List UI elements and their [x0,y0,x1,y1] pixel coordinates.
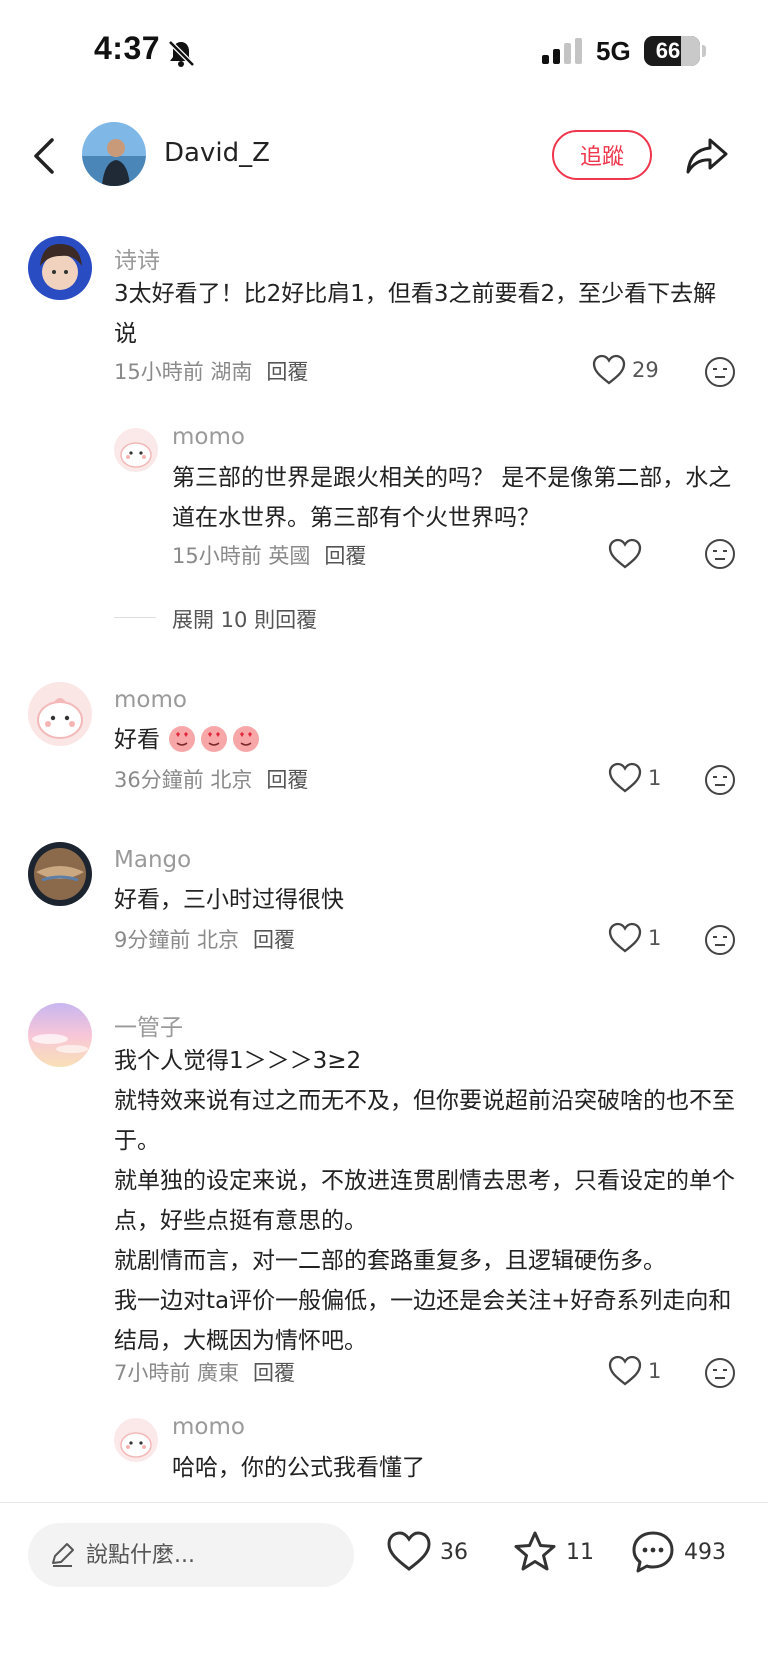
signal-icon [542,38,582,64]
star-icon [514,1531,556,1571]
reply-button[interactable]: 回覆 [253,928,295,952]
reply-button[interactable]: 回覆 [266,768,308,792]
battery-icon: 66 [644,36,700,66]
comment-text: 好看，三小时过得很快 [114,887,344,913]
bottom-action-bar: 36 11 493 [0,1503,768,1665]
emoji-reaction-icon[interactable] [704,924,736,956]
like-button[interactable]: 1 [608,762,661,794]
like-button[interactable] [608,538,642,570]
like-button[interactable]: 1 [608,922,661,954]
post-favorite-count: 11 [566,1539,594,1565]
reply-meta: 15小時前 英國 回覆 [172,540,366,570]
back-arrow-icon[interactable] [24,132,68,180]
comment-text-line: 就单独的设定来说，不放进连贯剧情去思考，只看设定的单个点，好些点挺有意思的。 [114,1168,735,1234]
like-count: 1 [648,1359,662,1383]
comment-text: 好看 [114,720,734,760]
comment-time-location: 7小時前 廣東 [114,1361,240,1385]
reply-avatar[interactable] [114,428,158,472]
network-label: 5G [596,36,631,66]
post-header: David_Z 追蹤 [0,110,768,200]
chat-bubble-icon [632,1531,674,1573]
reply-button[interactable]: 回覆 [324,544,366,568]
heart-icon [608,762,642,793]
heart-icon [592,354,626,385]
comment-text: 我个人觉得1＞＞＞3≥2 就特效来说有过之而无不及，但你要说超前沿突破啥的也不至… [114,1041,742,1361]
expand-divider [114,617,156,618]
reply-time-location: 15小時前 英國 [172,544,311,568]
battery-tip [702,45,706,57]
post-comment-button[interactable]: 493 [630,1529,726,1575]
commenter-avatar[interactable] [28,236,92,300]
commenter-name[interactable]: Mango [114,847,191,873]
author-avatar[interactable] [82,122,146,186]
comment-meta: 15小時前 湖南 回覆 [114,356,308,386]
post-like-count: 36 [440,1539,468,1565]
post-favorite-button[interactable]: 11 [512,1529,594,1575]
comment-meta: 9分鐘前 北京 回覆 [114,924,295,954]
like-count: 29 [632,358,659,382]
comment-text-line: 我个人觉得1＞＞＞3≥2 [114,1048,362,1074]
heart-icon [608,1355,642,1386]
reply-text: 第三部的世界是跟火相关的吗？ 是不是像第二部，水之道在水世界。第三部有个火世界吗… [172,465,732,531]
expand-replies-button[interactable]: 展開 10 則回覆 [172,604,317,634]
heart-eyes-emoji-icon [201,726,228,752]
reply-name[interactable]: momo [172,1414,245,1440]
like-count: 1 [648,766,662,790]
heart-eyes-emoji-icon [169,726,196,752]
status-bar: 4:37 5G 66 [0,0,768,100]
commenter-name[interactable]: momo [114,687,187,713]
emoji-reaction-icon[interactable] [704,356,736,388]
emoji-reaction-icon[interactable] [704,764,736,796]
comment-meta: 36分鐘前 北京 回覆 [114,764,308,794]
commenter-avatar[interactable] [28,842,92,906]
post-like-button[interactable]: 36 [386,1529,468,1575]
commenter-avatar[interactable] [28,682,92,746]
commenter-name[interactable]: 诗诗 [114,241,160,275]
heart-eyes-emoji-icon [233,726,260,752]
like-button[interactable]: 1 [608,1355,661,1387]
comment-time-location: 9分鐘前 北京 [114,928,240,952]
comment-meta: 7小時前 廣東 回覆 [114,1357,295,1387]
comment-text-line: 我一边对ta评价一般偏低，一边还是会关注+好奇系列走向和结局，大概因为情怀吧。 [114,1288,732,1354]
comment-text: 3太好看了！比2好比肩1，但看3之前要看2，至少看下去解说 [114,281,717,347]
reply-text: 哈哈，你的公式我看懂了 [172,1455,425,1481]
comment-input[interactable] [86,1542,336,1568]
comment-text-line: 就特效来说有过之而无不及，但你要说超前沿突破啥的也不至于。 [114,1088,735,1154]
post-comment-count: 493 [684,1539,726,1565]
like-count: 1 [648,926,662,950]
comment-input-box[interactable] [28,1523,354,1587]
emoji-reaction-icon[interactable] [704,538,736,570]
like-button[interactable]: 29 [592,354,659,386]
reply-avatar[interactable] [114,1418,158,1462]
heart-icon [387,1531,431,1571]
comment-time-location: 15小時前 湖南 [114,360,253,384]
status-time: 4:37 [94,30,161,66]
author-name[interactable]: David_Z [164,138,270,168]
heart-icon [608,538,642,569]
comment-text-body: 好看 [114,727,160,753]
comment-text-line: 就剧情而言，对一二部的套路重复多，且逻辑硬伤多。 [114,1248,666,1274]
reply-button[interactable]: 回覆 [253,1361,295,1385]
pencil-icon [52,1543,74,1567]
reply-name[interactable]: momo [172,424,245,450]
commenter-name[interactable]: 一管子 [114,1008,183,1042]
follow-button[interactable]: 追蹤 [552,130,652,180]
reply-button[interactable]: 回覆 [266,360,308,384]
comment-time-location: 36分鐘前 北京 [114,768,253,792]
share-icon[interactable] [684,132,730,178]
emoji-reaction-icon[interactable] [704,1357,736,1389]
heart-icon [608,922,642,953]
battery-level: 66 [655,38,681,63]
commenter-avatar[interactable] [28,1003,92,1067]
bell-muted-icon [168,40,195,67]
